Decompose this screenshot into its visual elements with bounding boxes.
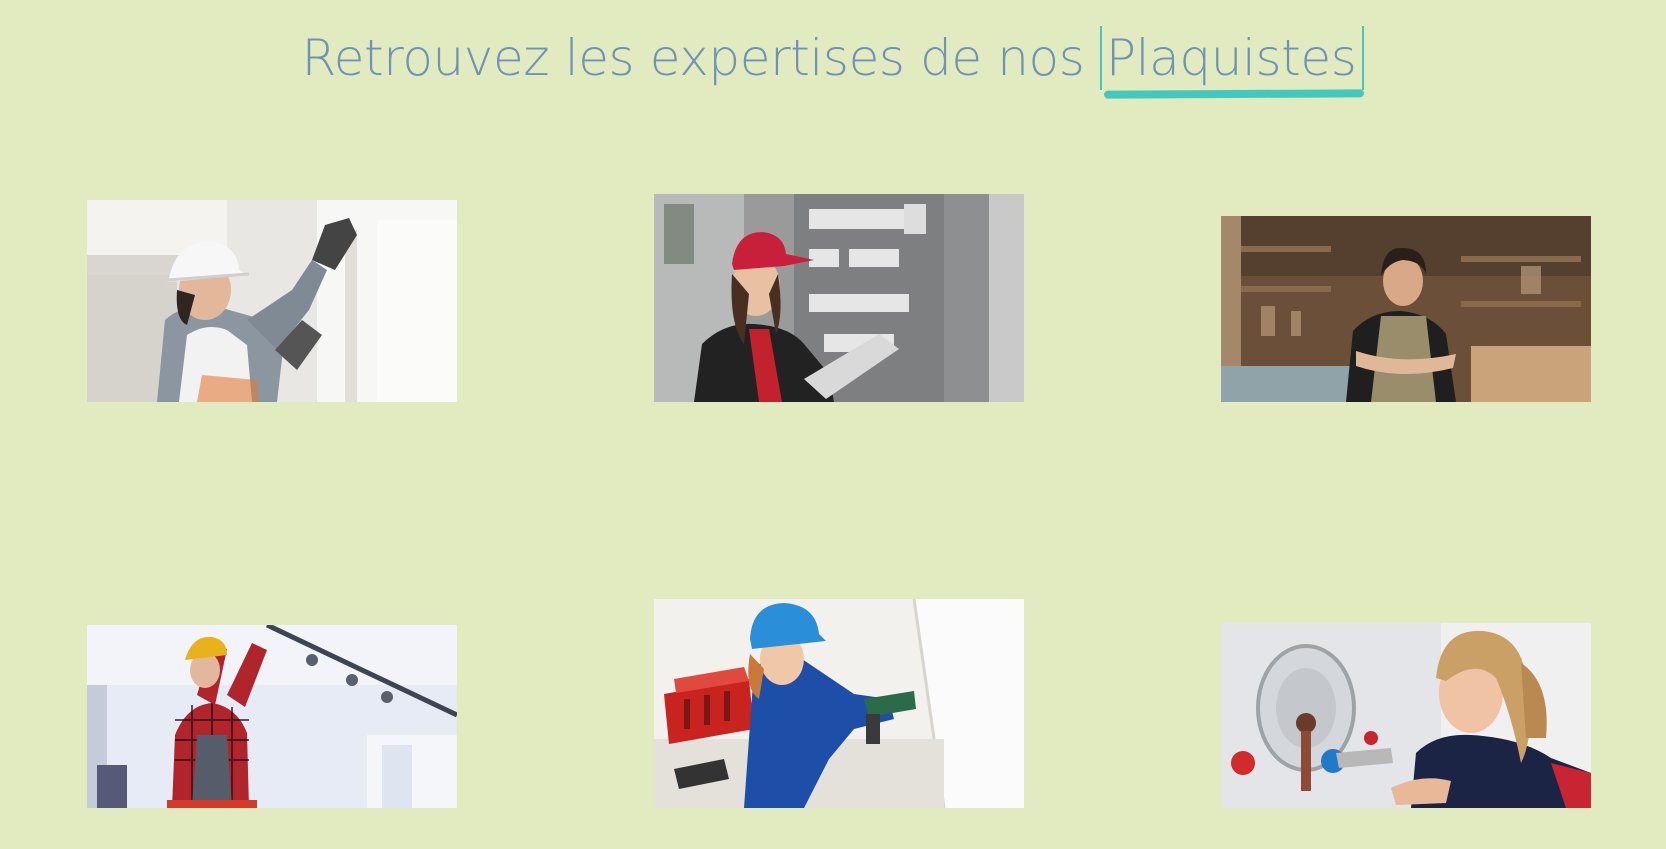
photo-worker-blue-helmet-drill — [654, 599, 1024, 808]
gallery-photo-4[interactable] — [87, 625, 457, 808]
title-prefix: Retrouvez les expertises de nos — [301, 29, 1085, 87]
gallery-photo-1[interactable] — [87, 200, 457, 402]
photo-electrician-red-cap-panel — [654, 194, 1024, 402]
photo-plumber-water-heater — [1221, 623, 1591, 808]
gallery-photo-3[interactable] — [1221, 216, 1591, 402]
gallery-photo-6[interactable] — [1221, 623, 1591, 808]
photo-worker-helmet-drywall — [87, 200, 457, 402]
gallery-photo-2[interactable] — [654, 194, 1024, 402]
page-title: Retrouvez les expertises de nos Plaquist… — [0, 26, 1666, 99]
title-highlight-text: Plaquistes — [1105, 29, 1357, 87]
title-underline — [1103, 89, 1365, 99]
photo-woodworker-workshop — [1221, 216, 1591, 402]
photo-electrician-plaid-ceiling — [87, 625, 457, 808]
page: Retrouvez les expertises de nos Plaquist… — [0, 0, 1666, 849]
gallery-photo-5[interactable] — [654, 599, 1024, 808]
title-highlight: Plaquistes — [1099, 26, 1365, 99]
